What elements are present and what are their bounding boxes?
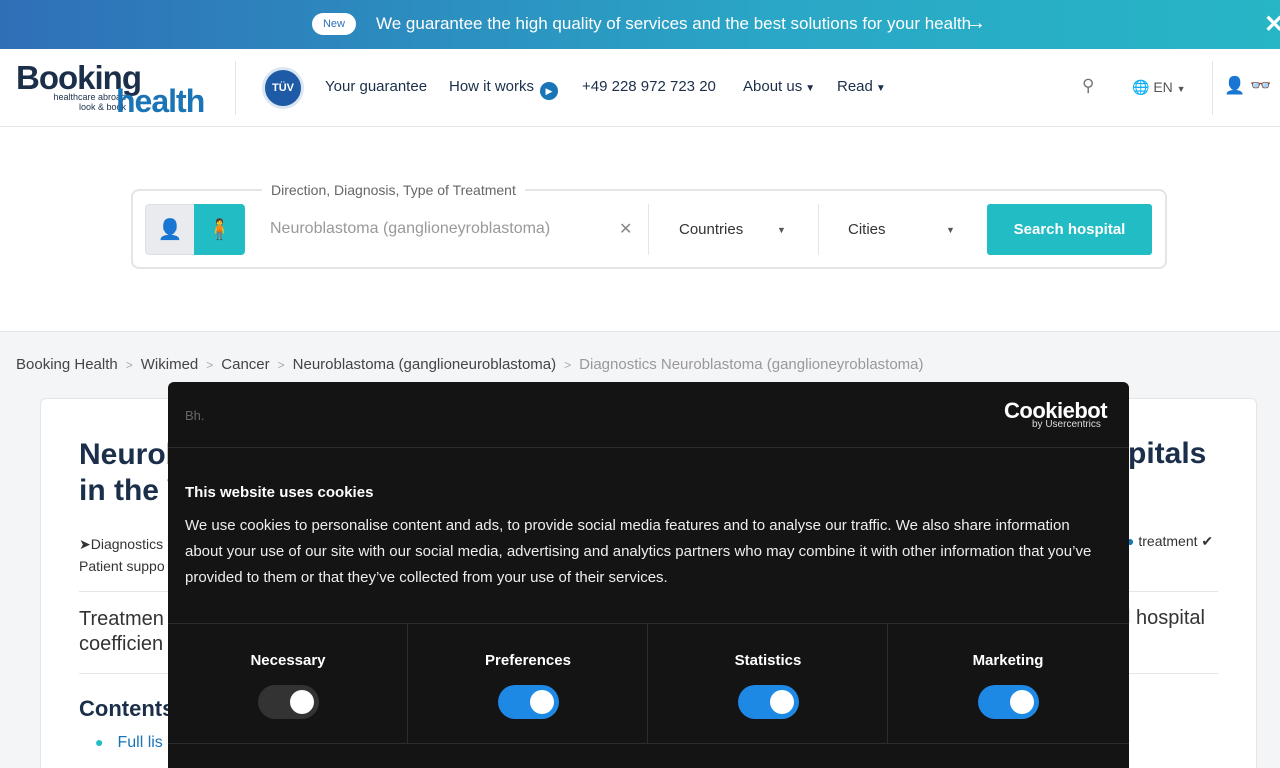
features-text: ➤Diagnostics Patient suppo	[79, 533, 165, 577]
category-marketing: Marketing	[888, 624, 1128, 744]
glasses-icon[interactable]: 👓	[1250, 76, 1271, 96]
breadcrumb-item[interactable]: Neuroblastoma (ganglioneuroblastoma)	[293, 356, 556, 373]
nav-about-us[interactable]: About us ▼	[743, 78, 815, 95]
category-preferences: Preferences	[408, 624, 648, 744]
nav-read-label: Read	[837, 78, 873, 95]
features-end-label: treatment ✔	[1138, 533, 1214, 549]
treatment-line-2: coefficien	[79, 633, 164, 655]
new-badge: New	[312, 13, 356, 35]
caret-down-icon[interactable]: ▼	[946, 225, 955, 235]
search-hospital-button[interactable]: Search hospital	[987, 204, 1152, 255]
caret-down-icon: ▼	[875, 83, 886, 94]
cookie-title: This website uses cookies	[185, 484, 374, 501]
nav-phone[interactable]: +49 228 972 723 20	[582, 78, 716, 95]
cities-select[interactable]: Cities	[848, 221, 886, 238]
features-line-2: Patient suppo	[79, 558, 165, 574]
toggle-knob	[290, 690, 314, 714]
marketing-toggle[interactable]	[978, 685, 1039, 719]
chevron-right-icon: >	[564, 358, 572, 372]
caret-down-icon: ▼	[805, 83, 816, 94]
breadcrumb-item[interactable]: Booking Health	[16, 356, 118, 373]
features-line-1: ➤Diagnostics	[79, 536, 164, 552]
logo-tagline: healthcare abroad look & book	[53, 92, 126, 112]
chevron-right-icon: >	[125, 358, 133, 372]
user-icon[interactable]: 👤	[1224, 76, 1245, 96]
breadcrumb-item[interactable]: Wikimed	[141, 356, 199, 373]
statistics-toggle[interactable]	[738, 685, 799, 719]
nav-about-us-label: About us	[743, 78, 803, 95]
site-header: Booking healthcare abroad look & book he…	[0, 49, 1280, 127]
close-icon[interactable]: ✕	[1264, 10, 1280, 39]
adult-toggle[interactable]: 👤	[145, 204, 195, 255]
arrow-right-icon[interactable]: →	[966, 12, 986, 35]
breadcrumb-item[interactable]: Cancer	[221, 356, 269, 373]
category-label: Statistics	[734, 652, 802, 669]
chevron-right-icon: >	[206, 358, 214, 372]
language-label: EN	[1153, 79, 1173, 95]
preferences-toggle[interactable]	[498, 685, 559, 719]
toggle-knob	[1010, 690, 1034, 714]
breadcrumb-current: Diagnostics Neuroblastoma (ganglioneyrob…	[579, 356, 924, 373]
toggle-knob	[770, 690, 794, 714]
breadcrumb: Booking Health > Wikimed > Cancer > Neuroblast…	[16, 356, 924, 373]
clear-icon[interactable]: ✕	[619, 219, 632, 239]
divider	[168, 743, 1129, 744]
category-label: Necessary	[250, 652, 326, 669]
search-legend: Direction, Diagnosis, Type of Treatment	[262, 182, 525, 198]
divider	[818, 204, 819, 255]
play-icon: ▶	[540, 82, 559, 100]
page-title-end: pitals	[1128, 437, 1207, 470]
nav-read[interactable]: Read ▼	[837, 78, 886, 95]
cookie-text: We use cookies to personalise content an…	[185, 517, 1092, 586]
adult-icon: 👤	[157, 219, 183, 241]
divider	[1212, 61, 1213, 115]
tuv-badge[interactable]: TÜV	[262, 67, 304, 109]
contents-list-item[interactable]: ● Full lis	[95, 734, 163, 752]
cookie-consent-dialog: Bh. Cookiebot by Usercentrics This websi…	[168, 382, 1129, 768]
banner-text[interactable]: We guarantee the high quality of service…	[376, 14, 971, 34]
logo-health: health	[116, 83, 205, 119]
treatment-text: Treatmen coefficien	[79, 607, 164, 657]
treatment-line-1: Treatmen	[79, 608, 164, 630]
category-statistics: Statistics	[648, 624, 888, 744]
chevron-right-icon: >	[277, 358, 285, 372]
countries-select[interactable]: Countries	[679, 221, 743, 238]
nav-your-guarantee[interactable]: Your guarantee	[325, 78, 427, 95]
contents-list-label: Full lis	[117, 734, 163, 751]
search-icon[interactable]: ⚲	[1082, 76, 1094, 96]
nav-how-it-works-label: How it works	[449, 78, 535, 95]
features-text-end: ● treatment ✔	[1126, 533, 1214, 549]
divider	[235, 61, 236, 115]
logo[interactable]: Booking healthcare abroad look & book he…	[16, 59, 216, 119]
divider	[168, 447, 1129, 448]
nav-how-it-works[interactable]: How it works ▶	[449, 78, 559, 100]
category-label: Preferences	[485, 652, 571, 669]
contents-heading: Contents	[79, 696, 175, 721]
divider	[648, 204, 649, 255]
diagnosis-input[interactable]	[262, 212, 612, 246]
child-icon: 🧍	[207, 219, 232, 241]
site-brand: Bh.	[185, 408, 205, 423]
language-selector[interactable]: 🌐 EN ▼	[1132, 79, 1186, 96]
category-label: Marketing	[972, 652, 1044, 669]
category-necessary: Necessary	[168, 624, 408, 744]
child-toggle[interactable]: 🧍	[194, 204, 245, 255]
caret-down-icon[interactable]: ▼	[777, 225, 786, 235]
necessary-toggle[interactable]	[258, 685, 319, 719]
caret-down-icon: ▼	[1176, 84, 1186, 94]
treatment-text-end: l hospital	[1126, 607, 1205, 629]
cookiebot-sub: by Usercentrics	[1032, 419, 1101, 430]
promo-banner[interactable]: New We guarantee the high quality of ser…	[0, 0, 1280, 49]
toggle-knob	[530, 690, 554, 714]
bullet-icon: ●	[95, 734, 104, 750]
globe-icon: 🌐	[1132, 79, 1150, 95]
